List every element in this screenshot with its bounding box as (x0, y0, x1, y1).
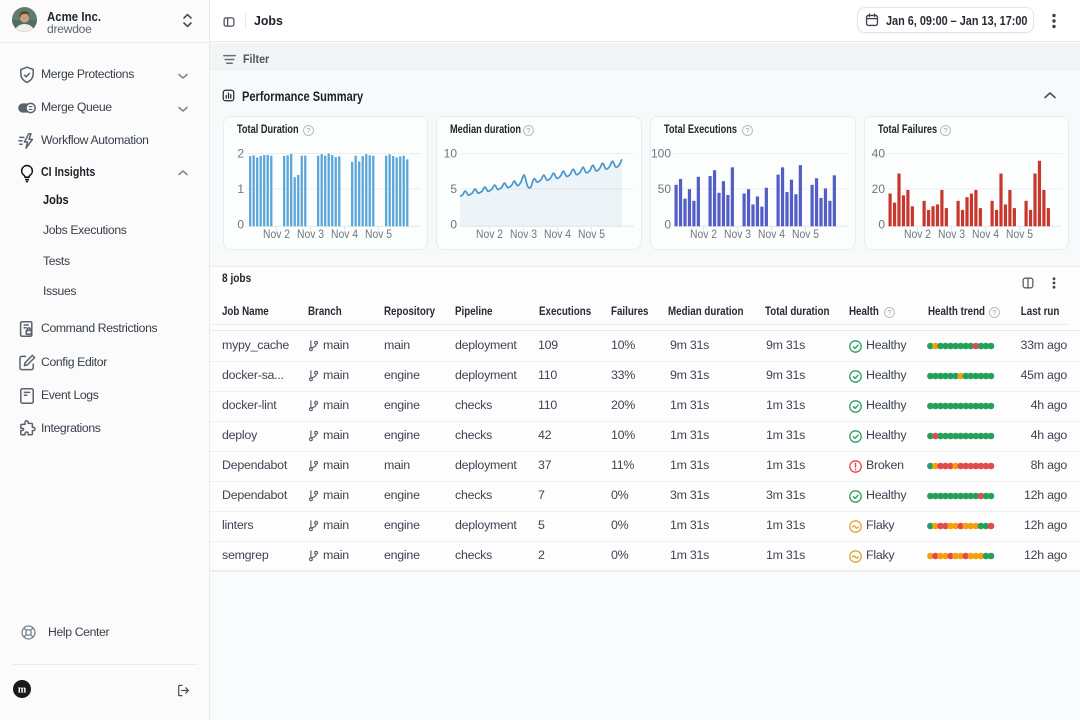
svg-text:20: 20 (871, 182, 885, 196)
svg-text:5: 5 (451, 182, 458, 196)
svg-text:?: ? (992, 308, 996, 317)
svg-text:0: 0 (451, 217, 458, 231)
svg-text:40: 40 (871, 147, 885, 161)
svg-text:Nov 2: Nov 2 (904, 229, 931, 241)
svg-text:Nov 2: Nov 2 (263, 229, 290, 241)
svg-text:m: m (18, 685, 27, 696)
svg-text:10: 10 (444, 147, 458, 161)
svg-text:Nov 2: Nov 2 (476, 229, 503, 241)
svg-text:100: 100 (651, 147, 671, 161)
svg-text:50: 50 (658, 182, 672, 196)
svg-text:0: 0 (664, 217, 671, 231)
svg-text:Nov 4: Nov 4 (544, 229, 572, 241)
svg-text:?: ? (887, 308, 891, 317)
svg-text:1: 1 (237, 182, 244, 196)
svg-text:Nov 5: Nov 5 (1006, 229, 1033, 241)
svg-text:Nov 3: Nov 3 (297, 229, 324, 241)
svg-text:Nov 3: Nov 3 (724, 229, 751, 241)
svg-text:Nov 5: Nov 5 (578, 229, 605, 241)
svg-text:0: 0 (237, 217, 244, 231)
svg-text:Nov 4: Nov 4 (331, 229, 359, 241)
svg-text:Nov 3: Nov 3 (510, 229, 537, 241)
svg-text:Nov 3: Nov 3 (938, 229, 965, 241)
svg-text:Nov 5: Nov 5 (365, 229, 392, 241)
svg-text:0: 0 (878, 217, 885, 231)
svg-text:Nov 5: Nov 5 (792, 229, 819, 241)
svg-text:Nov 4: Nov 4 (972, 229, 1000, 241)
svg-text:2: 2 (237, 147, 244, 161)
svg-text:Nov 2: Nov 2 (690, 229, 717, 241)
svg-text:Nov 4: Nov 4 (758, 229, 786, 241)
